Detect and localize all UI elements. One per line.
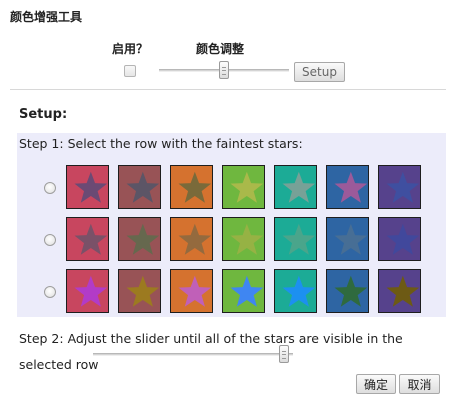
enable-label: 启用？ <box>112 42 149 56</box>
color-swatch <box>326 165 369 209</box>
color-swatch <box>118 217 161 261</box>
star-icon <box>282 171 316 203</box>
ok-button[interactable]: 确定 <box>356 374 396 394</box>
star-icon <box>126 171 160 203</box>
star-icon <box>74 171 108 203</box>
color-swatch <box>378 165 421 209</box>
color-swatch <box>326 269 369 313</box>
star-row-2[interactable] <box>66 217 426 261</box>
color-swatch <box>274 217 317 261</box>
star-icon <box>386 275 420 307</box>
row-3-radio[interactable] <box>44 286 56 298</box>
color-swatch <box>274 269 317 313</box>
star-icon <box>126 223 160 255</box>
star-icon <box>334 275 368 307</box>
star-icon <box>230 275 264 307</box>
color-swatch <box>170 217 213 261</box>
dialog-title: 颜色增强工具 <box>10 10 83 24</box>
star-icon <box>230 171 264 203</box>
star-row-1[interactable] <box>66 165 426 209</box>
color-swatch <box>66 165 109 209</box>
color-adjust-label: 颜色调整 <box>196 42 245 56</box>
color-swatch <box>274 165 317 209</box>
star-icon <box>230 223 264 255</box>
star-icon <box>334 171 368 203</box>
color-swatch <box>222 217 265 261</box>
star-icon <box>74 275 108 307</box>
star-icon <box>178 223 212 255</box>
star-icon <box>74 223 108 255</box>
setup-button[interactable]: Setup <box>294 62 345 82</box>
color-swatch <box>170 269 213 313</box>
setup-slider-thumb[interactable] <box>279 345 290 363</box>
star-icon <box>282 223 316 255</box>
star-icon <box>386 223 420 255</box>
step2-instruction: Step 2: Adjust the slider until all of t… <box>19 331 403 372</box>
color-swatch <box>118 165 161 209</box>
color-swatch <box>326 217 369 261</box>
divider <box>10 89 446 90</box>
star-icon <box>386 171 420 203</box>
color-swatch <box>378 217 421 261</box>
color-swatch <box>378 269 421 313</box>
step1-instruction: Step 1: Select the row with the faintest… <box>19 136 303 151</box>
color-swatch <box>170 165 213 209</box>
color-swatch <box>66 269 109 313</box>
star-icon <box>334 223 368 255</box>
color-swatch <box>66 217 109 261</box>
color-swatch <box>118 269 161 313</box>
setup-slider-track[interactable] <box>93 353 293 356</box>
cancel-button[interactable]: 取消 <box>399 374 440 394</box>
star-icon <box>282 275 316 307</box>
star-icon <box>126 275 160 307</box>
star-row-3[interactable] <box>66 269 426 313</box>
enable-checkbox[interactable] <box>124 65 136 77</box>
color-adjust-slider-thumb[interactable] <box>219 61 229 79</box>
setup-heading: Setup: <box>19 107 68 122</box>
row-2-radio[interactable] <box>44 234 56 246</box>
star-icon <box>178 275 212 307</box>
color-swatch <box>222 269 265 313</box>
color-swatch <box>222 165 265 209</box>
star-icon <box>178 171 212 203</box>
row-1-radio[interactable] <box>44 182 56 194</box>
